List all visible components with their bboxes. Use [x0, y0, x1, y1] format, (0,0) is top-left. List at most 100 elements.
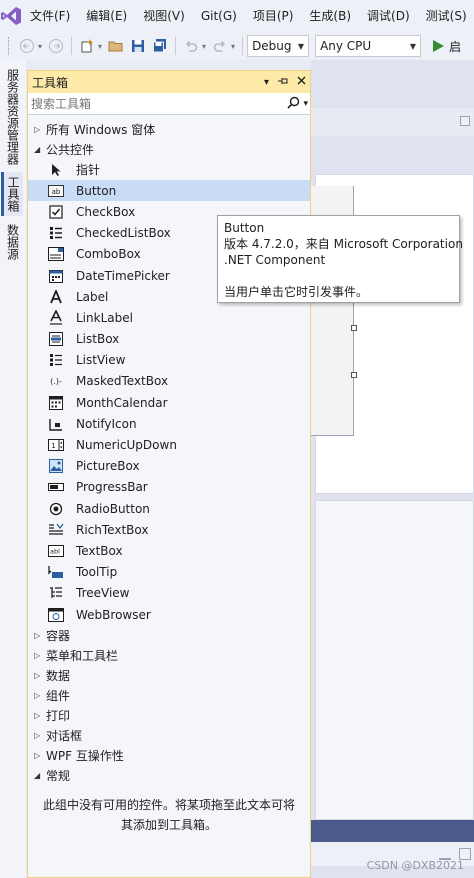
tool-label: Label — [76, 289, 109, 304]
tool-label: ProgressBar — [76, 480, 148, 495]
richtextbox-icon — [48, 522, 64, 538]
save-all-icon[interactable] — [150, 36, 170, 56]
start-label-partial[interactable]: 启 — [449, 38, 461, 55]
menu-view[interactable]: 视图(V) — [135, 0, 193, 32]
tool-linklabel[interactable]: LinkLabel — [28, 307, 310, 328]
tool-textbox[interactable]: abl TextBox — [28, 540, 310, 561]
group-components[interactable]: ▷ 组件 — [28, 685, 310, 705]
expand-arrow-icon: ▷ — [34, 690, 41, 700]
solution-platform-value: Any CPU — [320, 39, 372, 53]
tool-richtextbox[interactable]: RichTextBox — [28, 519, 310, 540]
tool-listview[interactable]: ListView — [28, 350, 310, 371]
tool-numericupdown[interactable]: 1 NumericUpDown — [28, 434, 310, 455]
tool-label: MaskedTextBox — [76, 374, 169, 389]
tab-data-sources[interactable]: 数据源 — [4, 222, 22, 262]
toolbar-grip[interactable] — [8, 37, 12, 55]
tool-tooltip[interactable]: ToolTip — [28, 562, 310, 583]
numericupdown-icon: 1 — [48, 437, 64, 453]
tool-notifyicon[interactable]: NotifyIcon — [28, 413, 310, 434]
tool-treeview[interactable]: TreeView — [28, 583, 310, 604]
listbox-icon — [48, 331, 64, 347]
tool-label: CheckBox — [76, 204, 136, 219]
group-menus-toolbars[interactable]: ▷ 菜单和工具栏 — [28, 645, 310, 665]
search-icon[interactable] — [287, 96, 300, 112]
tab-toolbox[interactable]: 工具箱 — [1, 172, 23, 216]
group-general[interactable]: ◢ 常规 — [28, 765, 310, 785]
menu-bar: 文件(F) 编辑(E) 视图(V) Git(G) 项目(P) 生成(B) 调试(… — [0, 0, 474, 32]
tool-picturebox[interactable]: PictureBox — [28, 456, 310, 477]
tooltip-description: 当用户单击它时引发事件。 — [224, 285, 369, 299]
tool-label: MonthCalendar — [76, 395, 168, 410]
group-common-controls[interactable]: ◢ 公共控件 — [28, 139, 310, 159]
search-input[interactable] — [28, 93, 288, 114]
group-label: 对话框 — [46, 728, 83, 743]
menu-build[interactable]: 生成(B) — [301, 0, 359, 32]
undo-dropdown-icon[interactable]: ▾ — [202, 42, 206, 51]
tool-label: NotifyIcon — [76, 416, 137, 431]
start-debugging-icon[interactable] — [428, 36, 448, 56]
new-dropdown-icon[interactable]: ▾ — [98, 42, 102, 51]
tool-webbrowser[interactable]: WebBrowser — [28, 604, 310, 625]
group-wpf-interop[interactable]: ▷ WPF 互操作性 — [28, 745, 310, 765]
visual-studio-logo-icon[interactable] — [0, 0, 22, 32]
toolbox-title: 工具箱 — [32, 75, 69, 90]
open-folder-icon[interactable] — [106, 36, 126, 56]
toolbox-search-box: ▾ — [28, 93, 310, 115]
treeview-icon — [48, 585, 64, 601]
group-data[interactable]: ▷ 数据 — [28, 665, 310, 685]
group-label: 所有 Windows 窗体 — [46, 122, 156, 137]
webbrowser-icon — [48, 607, 64, 623]
solution-configuration-select[interactable]: Debug ▼ — [247, 35, 310, 57]
window-position-dropdown-icon[interactable]: ▾ — [264, 77, 269, 88]
tool-label: RadioButton — [76, 501, 150, 516]
toolbox-panel: 工具箱 ▾ ▾ ▷ 所有 Windows 窗体 ◢ 公共控件 — [27, 70, 311, 878]
tool-button[interactable]: ab Button — [28, 180, 310, 202]
standard-toolbar: ▾ ▾ ▾ ▾ Debug ▼ Any CPU ▼ 启 — [0, 32, 474, 60]
tooltip-version: 版本 4.7.2.0，来自 Microsoft Corporation — [224, 237, 463, 251]
tool-label: TreeView — [76, 586, 130, 601]
group-dialogs[interactable]: ▷ 对话框 — [28, 725, 310, 745]
group-printing[interactable]: ▷ 打印 — [28, 705, 310, 725]
menu-edit[interactable]: 编辑(E) — [78, 0, 135, 32]
tool-label: LinkLabel — [76, 310, 133, 325]
tool-progressbar[interactable]: ProgressBar — [28, 477, 310, 498]
forward-icon[interactable] — [46, 36, 66, 56]
new-project-icon[interactable] — [77, 36, 97, 56]
menu-project[interactable]: 项目(P) — [245, 0, 302, 32]
expand-arrow-icon: ▷ — [34, 124, 41, 134]
tool-pointer[interactable]: 指针 — [28, 159, 310, 180]
redo-icon[interactable] — [210, 36, 230, 56]
tab-server-explorer[interactable]: 服务器资源管理器 — [4, 68, 22, 166]
tool-label: DateTimePicker — [76, 268, 170, 283]
tool-listbox[interactable]: ListBox — [28, 329, 310, 350]
resize-handle[interactable] — [351, 325, 357, 331]
tool-label: WebBrowser — [76, 607, 151, 622]
menu-test[interactable]: 测试(S) — [418, 0, 474, 32]
undo-icon[interactable] — [181, 36, 201, 56]
close-icon[interactable] — [297, 76, 306, 88]
side-tab-strip: 服务器资源管理器 工具箱 数据源 — [0, 60, 26, 878]
search-options-dropdown-icon[interactable]: ▾ — [303, 99, 308, 109]
back-icon[interactable] — [17, 36, 37, 56]
tool-maskedtextbox[interactable]: (.)- MaskedTextBox — [28, 371, 310, 392]
watermark: CSDN @DXB2021 — [366, 859, 464, 872]
resize-handle[interactable] — [351, 372, 357, 378]
scroll-button-icon[interactable] — [460, 116, 470, 126]
group-containers[interactable]: ▷ 容器 — [28, 625, 310, 645]
combobox-icon — [48, 246, 64, 262]
tooltip-title: Button — [224, 221, 265, 235]
tool-label: TextBox — [76, 543, 123, 558]
menu-file[interactable]: 文件(F) — [22, 0, 78, 32]
redo-dropdown-icon[interactable]: ▾ — [231, 42, 235, 51]
expand-arrow-icon: ▷ — [34, 730, 41, 740]
group-all-windows-forms[interactable]: ▷ 所有 Windows 窗体 — [28, 119, 310, 139]
pin-icon[interactable] — [277, 76, 289, 89]
menu-debug[interactable]: 调试(D) — [359, 0, 418, 32]
tool-monthcalendar[interactable]: MonthCalendar — [28, 392, 310, 413]
solution-platform-select[interactable]: Any CPU ▼ — [315, 35, 422, 57]
document-tab-strip — [311, 108, 474, 136]
tool-radiobutton[interactable]: RadioButton — [28, 498, 310, 519]
menu-git[interactable]: Git(G) — [193, 0, 245, 32]
back-dropdown-icon[interactable]: ▾ — [38, 42, 42, 51]
save-icon[interactable] — [128, 36, 148, 56]
